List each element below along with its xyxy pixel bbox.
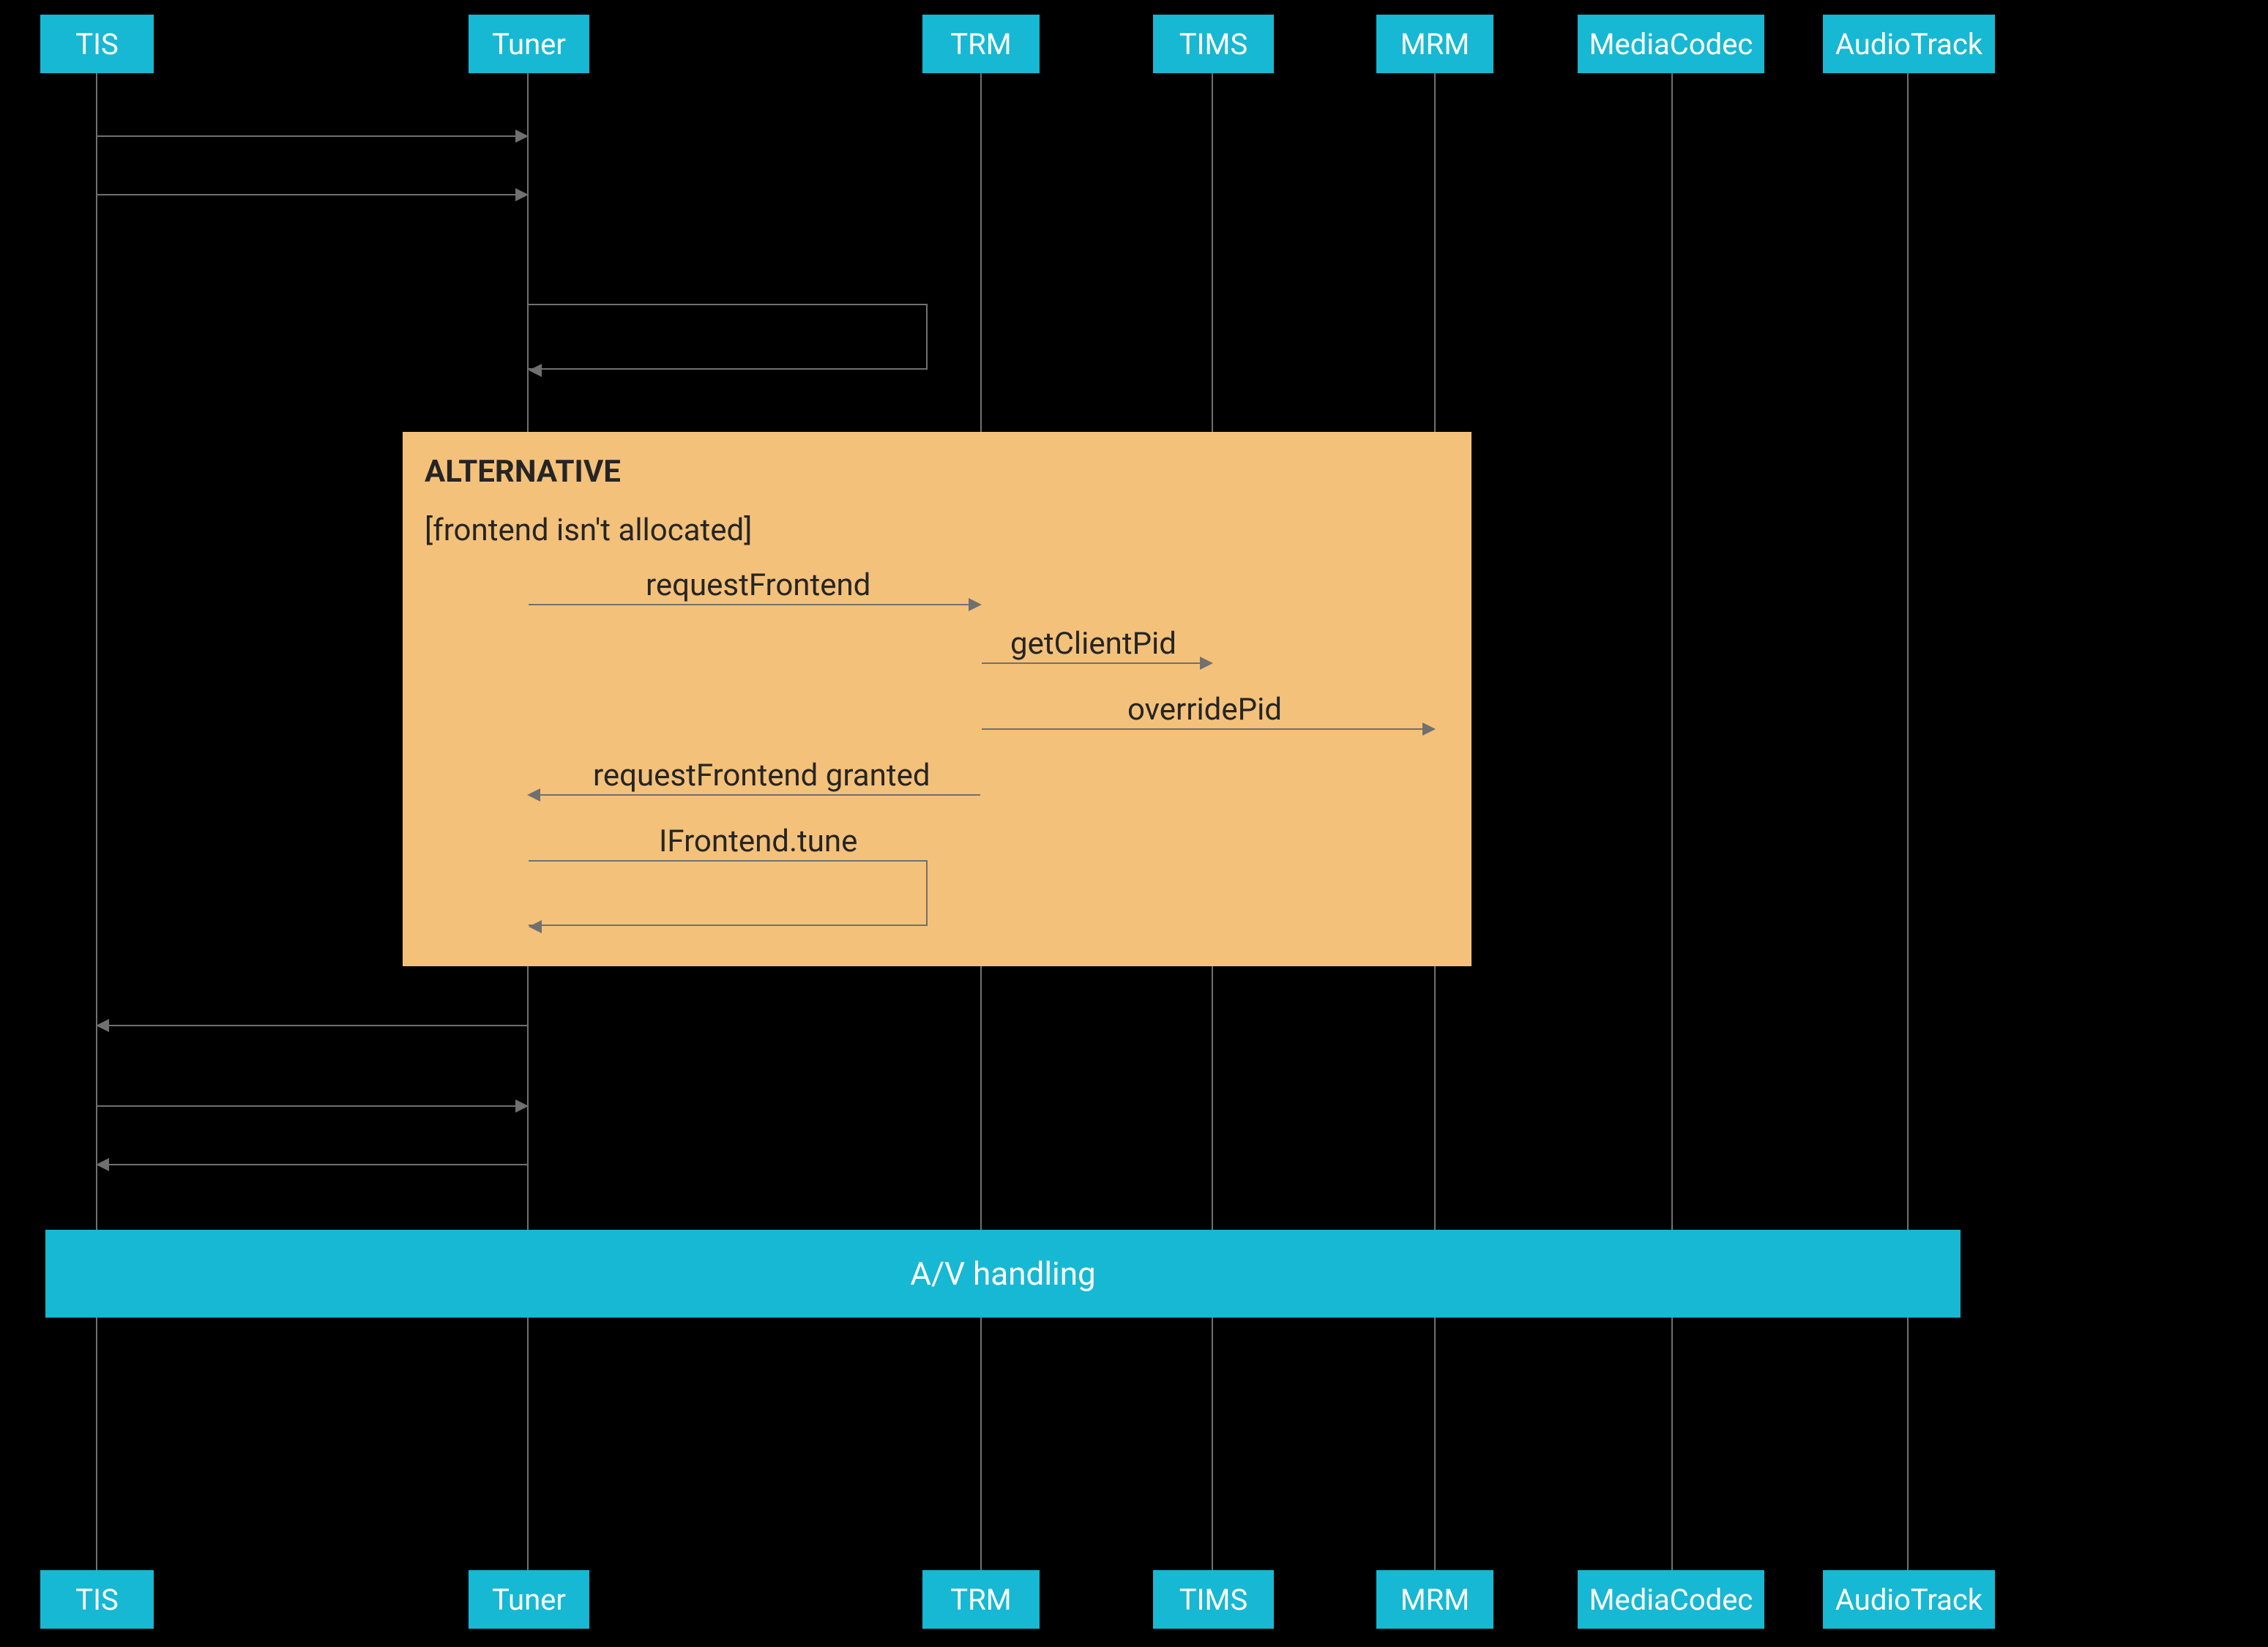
participant-top-mrm: MRM <box>1376 15 1493 73</box>
arrow-tis-tuner-2 <box>96 194 527 195</box>
participant-bottom-tuner: Tuner <box>469 1570 589 1629</box>
label-ifrontend-tune: IFrontend.tune <box>659 824 857 859</box>
self-tuner-1 <box>529 304 928 370</box>
label-request-frontend-granted: requestFrontend granted <box>593 758 930 793</box>
lifeline-audiotrack <box>1907 73 1909 1570</box>
arrow-tuner-tis-2 <box>97 1164 527 1165</box>
arrow-request-frontend-granted <box>529 794 980 796</box>
arrow-overridepid <box>982 728 1434 730</box>
participant-top-mediacodec: MediaCodec <box>1578 15 1764 73</box>
arrow-tis-tuner-3 <box>96 1105 527 1107</box>
arrow-tuner-tis-1 <box>97 1025 527 1026</box>
self-ifrontend-tune <box>529 860 928 926</box>
alt-guard: [frontend isn't allocated] <box>425 512 752 548</box>
participant-top-tims: TIMS <box>1153 15 1274 73</box>
alt-title: ALTERNATIVE <box>425 454 621 490</box>
arrow-tis-tuner-1 <box>96 135 527 137</box>
arrow-request-frontend <box>529 604 980 605</box>
participant-top-tuner: Tuner <box>469 15 589 73</box>
participant-top-audiotrack: AudioTrack <box>1823 15 1995 73</box>
participant-bottom-mediacodec: MediaCodec <box>1578 1570 1764 1629</box>
participant-bottom-audiotrack: AudioTrack <box>1823 1570 1995 1629</box>
participant-bottom-tis: TIS <box>40 1570 154 1629</box>
participant-bottom-trm: TRM <box>922 1570 1040 1629</box>
label-request-frontend: requestFrontend <box>646 567 870 603</box>
participant-top-trm: TRM <box>922 15 1040 73</box>
av-handling-label: A/V handling <box>910 1255 1095 1293</box>
av-handling-bar: A/V handling <box>45 1230 1961 1318</box>
lifeline-mediacodec <box>1671 73 1673 1570</box>
lifeline-tis <box>96 73 97 1570</box>
arrow-getclientpid <box>982 662 1212 664</box>
label-overridepid: overridePid <box>1127 692 1282 728</box>
label-getclientpid: getClientPid <box>1010 626 1176 662</box>
participant-bottom-tims: TIMS <box>1153 1570 1274 1629</box>
sequence-diagram: TIS Tuner TRM TIMS MRM MediaCodec AudioT… <box>0 0 2268 1647</box>
participant-bottom-mrm: MRM <box>1376 1570 1493 1629</box>
participant-top-tis: TIS <box>40 15 154 73</box>
